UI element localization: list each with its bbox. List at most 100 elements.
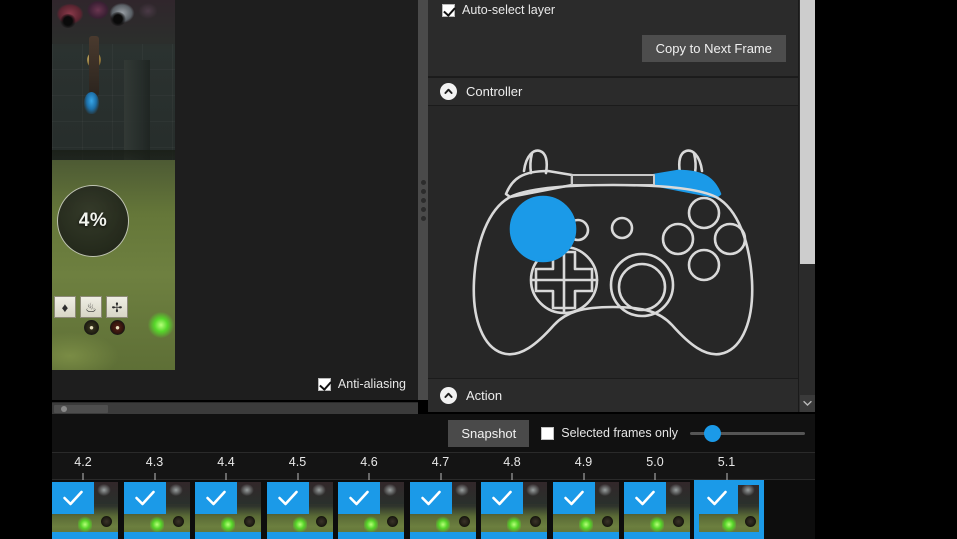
frame-thumb-sparkle (221, 516, 235, 533)
frame-check-icon[interactable] (481, 482, 523, 514)
timeline-zoom-slider[interactable] (690, 425, 805, 442)
frame-check-icon[interactable] (338, 482, 380, 514)
action-section-header[interactable]: Action (428, 378, 798, 412)
ruler-tick-label: 4.3 (145, 455, 164, 469)
progress-percent-label: 4% (78, 210, 108, 231)
splitter-grip-dot (420, 197, 426, 203)
frame-selection-bar (338, 532, 404, 539)
timeline-frame[interactable] (266, 482, 333, 539)
splitter-grip-dot (420, 188, 426, 194)
timeline-frame[interactable] (409, 482, 476, 539)
ruler-tick-mark (297, 473, 298, 480)
frame-selection-bar (195, 532, 261, 539)
frame-check-icon[interactable] (266, 482, 309, 514)
app-root: 4% ♦ ♨ ✢ ● ● Anti-aliasing Auto-select l… (0, 0, 957, 539)
slider-thumb[interactable] (704, 425, 721, 442)
chevron-down-icon[interactable] (800, 395, 815, 412)
timeline-frame[interactable] (52, 482, 118, 539)
copy-to-next-frame-button[interactable]: Copy to Next Frame (641, 34, 786, 62)
frame-thumb-coin (315, 516, 327, 527)
controller-diagram[interactable] (428, 105, 798, 395)
frame-check-icon[interactable] (409, 482, 452, 514)
frame-thumb-sparkle (364, 516, 378, 533)
ruler-tick-mark (82, 473, 84, 480)
layer-options-block: Auto-select layer Copy to Next Frame (428, 0, 798, 77)
frame-check-icon[interactable] (195, 482, 237, 514)
timeline-frame[interactable] (338, 482, 404, 539)
ruler-tick-label: 4.6 (360, 455, 378, 469)
selected-frames-only-checkbox[interactable] (541, 426, 555, 440)
frame-selection-bar (552, 532, 619, 539)
ruler-tick-label: 4.8 (503, 455, 521, 469)
chevron-up-icon[interactable] (440, 387, 457, 404)
anti-aliasing-row: Anti-aliasing (52, 372, 418, 396)
frame-check-icon[interactable] (52, 482, 94, 514)
frame-thumb-sparkle (578, 516, 593, 533)
ruler-tick-label: 4.2 (74, 455, 92, 469)
timeline-frame[interactable] (694, 481, 763, 539)
gem-icon: ♦ (54, 296, 76, 318)
frame-check-icon[interactable] (695, 482, 738, 514)
compass-icon: ✢ (106, 296, 128, 318)
ruler-tick-label: 4.7 (431, 455, 450, 469)
chevron-up-icon[interactable] (440, 83, 457, 100)
scene-sparkle (148, 312, 174, 338)
ruler-tick-mark (511, 473, 513, 480)
timeline-ruler[interactable]: 4.2 4.3 4.4 4.5 4.6 4.7 4.8 4.9 5.0 5.1 (52, 452, 815, 480)
splitter-grip-dot (420, 215, 426, 221)
anti-aliasing-label: Anti-aliasing (337, 377, 406, 391)
scene-detail (60, 14, 76, 28)
properties-panel: Auto-select layer Copy to Next Frame Con… (428, 0, 798, 412)
ruler-tick-mark (225, 473, 227, 480)
frame-check-icon[interactable] (624, 482, 666, 514)
coin-dark-icon: ● (84, 320, 99, 335)
frame-thumb-coin (244, 516, 255, 527)
frame-thumb-sparkle (78, 516, 92, 533)
frame-thumb-coin (101, 516, 112, 527)
frame-thumb-coin (387, 516, 398, 527)
snapshot-button[interactable]: Snapshot (448, 419, 530, 447)
coin-red-icon: ● (110, 320, 125, 335)
frame-thumb-sparkle (721, 516, 736, 533)
controller-svg (472, 148, 754, 356)
ruler-tick-label: 4.9 (574, 455, 593, 469)
editor-horizontal-scrollbar[interactable] (52, 402, 418, 414)
timeline-frame[interactable] (552, 482, 619, 539)
frame-thumb-coin (530, 516, 541, 527)
ruler-tick-label: 4.4 (217, 455, 235, 469)
frame-thumb-sparkle (435, 516, 450, 533)
timeline-frame[interactable] (123, 482, 190, 539)
controller-section-header[interactable]: Controller (428, 77, 798, 105)
frame-thumb-coin (458, 516, 470, 527)
action-section-title: Action (466, 388, 503, 403)
scrollbar-thumb[interactable] (800, 0, 815, 264)
frame-check-icon[interactable] (123, 482, 166, 514)
ruler-tick-label: 5.0 (646, 455, 664, 469)
timeline-frame[interactable] (481, 482, 547, 539)
ruler-tick-mark (726, 473, 727, 480)
frame-thumb-coin (172, 516, 184, 527)
panel-splitter[interactable] (418, 0, 428, 400)
anti-aliasing-checkbox[interactable] (317, 377, 331, 391)
frame-selection-bar (481, 532, 547, 539)
frame-thumb-coin (601, 516, 613, 527)
auto-select-layer-checkbox[interactable] (442, 3, 455, 17)
frame-check-icon[interactable] (552, 482, 595, 514)
ruler-tick-mark (368, 473, 370, 480)
selected-frames-only-row: Selected frames only (541, 426, 678, 440)
timeline-frame[interactable] (195, 482, 261, 539)
timeline-toolbar: Snapshot Selected frames only (52, 414, 815, 452)
selected-frames-only-label: Selected frames only (561, 426, 678, 440)
timeline: Snapshot Selected frames only 4.2 4.3 4.4 4… (52, 414, 815, 539)
frame-selection-bar (266, 532, 333, 539)
scene-detail (110, 12, 126, 26)
ruler-tick-mark (583, 473, 584, 480)
ruler-tick-mark (154, 473, 155, 480)
properties-vertical-scrollbar[interactable] (798, 0, 815, 412)
preview-canvas[interactable]: 4% ♦ ♨ ✢ ● ● (52, 0, 175, 370)
timeline-filmstrip[interactable] (52, 480, 815, 539)
timeline-frame[interactable] (624, 482, 690, 539)
frame-selection-bar (695, 532, 762, 539)
scrollbar-handle-dot (61, 406, 67, 412)
progress-ring: 4% (57, 185, 129, 257)
